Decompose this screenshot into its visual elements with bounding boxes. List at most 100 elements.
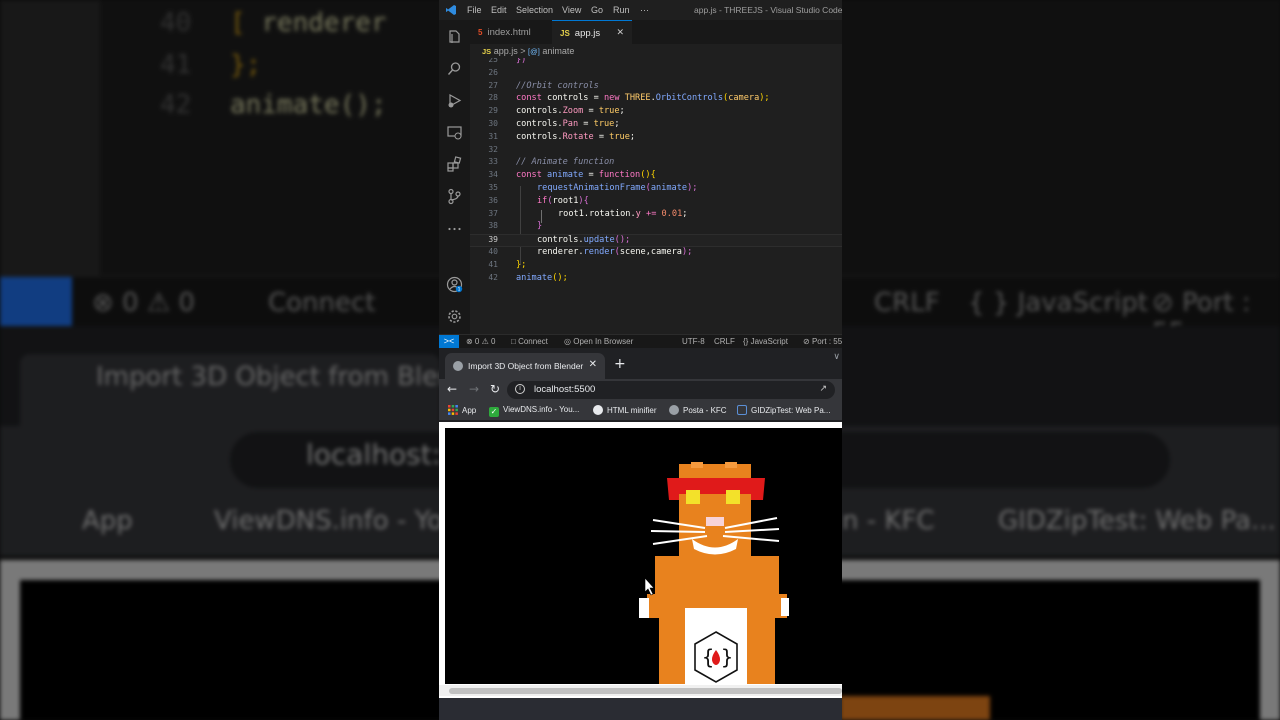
editor-tabs: 5 index.html JS app.js ✕	[470, 20, 842, 44]
backdrop-bm-app: App	[82, 506, 133, 536]
vscode-logo-icon	[446, 5, 456, 15]
explorer-icon[interactable]	[446, 29, 463, 46]
code-line-37: 37 root1.rotation.y += 0.01;	[488, 208, 688, 219]
status-open-in-browser[interactable]: ◎ Open In Browser	[564, 337, 633, 346]
status-encoding[interactable]: UTF-8	[682, 337, 705, 346]
threejs-canvas[interactable]: { }	[445, 428, 842, 684]
run-debug-icon[interactable]	[446, 92, 463, 109]
status-connect[interactable]: □ Connect	[511, 337, 548, 346]
reload-button[interactable]: ↻	[490, 382, 500, 396]
code-line-26: 26	[488, 67, 498, 77]
horizontal-scrollbar[interactable]	[439, 685, 842, 696]
backdrop-code-line-41: 41};	[160, 50, 262, 80]
backdrop-url: localhost:5	[306, 438, 459, 471]
menu-file[interactable]: File	[467, 5, 482, 15]
globe-icon	[453, 361, 463, 371]
variable-symbol-icon: [@]	[528, 47, 540, 56]
page-viewport: { }	[439, 422, 842, 698]
backdrop-tab-title: Import 3D Object from Blende	[96, 362, 488, 392]
gidzip-icon	[737, 405, 747, 415]
apps-grid-icon	[448, 405, 458, 415]
bookmark-posta-kfc[interactable]: Posta - KFC	[669, 405, 727, 415]
backdrop-status-problems: ⊗ 0 ⚠ 0	[92, 288, 195, 318]
browser-window: Import 3D Object from Blender ✕ + ∨ ← → …	[439, 348, 842, 698]
backdrop-orange-shape	[840, 696, 990, 720]
backdrop-status-lang: { } JavaScript	[968, 288, 1148, 318]
code-line-41: 41};	[488, 259, 527, 270]
menu-edit[interactable]: Edit	[491, 5, 507, 15]
mouse-cursor-icon	[644, 577, 655, 596]
cat-ear-left	[691, 462, 703, 468]
kfc-icon	[669, 405, 679, 415]
svg-text:{: {	[702, 645, 714, 669]
breadcrumb-symbol[interactable]: animate	[542, 46, 574, 56]
statusbar: >< ⊗ 0 ⚠ 0 □ Connect ◎ Open In Browser U…	[439, 334, 842, 349]
forward-button[interactable]: →	[469, 382, 479, 396]
tab-label: index.html	[487, 27, 531, 38]
cat-3d-model: { }	[639, 462, 789, 684]
backdrop-code-line-40: 40[ renderer	[160, 8, 387, 38]
menu-run[interactable]: Run	[613, 5, 630, 15]
backdrop-status-connect: Connect	[268, 288, 376, 318]
browser-tab[interactable]: Import 3D Object from Blender ✕	[445, 353, 605, 379]
svg-text:1: 1	[458, 287, 461, 293]
backdrop-code-line-42: 42 animate();	[160, 90, 387, 120]
vscode-titlebar: File Edit Selection View Go Run ··· app.…	[439, 0, 842, 20]
scrollbar-thumb[interactable]	[449, 688, 842, 694]
manage-gear-icon[interactable]	[446, 308, 463, 325]
more-icon[interactable]	[446, 220, 463, 237]
code-line-39: 39 controls.update();	[470, 234, 842, 247]
browser-tabstrip: Import 3D Object from Blender ✕ + ∨	[439, 348, 842, 379]
new-tab-button[interactable]: +	[614, 357, 626, 371]
address-bar[interactable]: i localhost:5500 ↗	[507, 381, 835, 399]
tab-close-icon[interactable]: ✕	[589, 359, 597, 370]
html-file-icon: 5	[478, 28, 483, 37]
remote-explorer-icon[interactable]	[446, 124, 463, 141]
bookmarks-bar: App ✓ ViewDNS.info - You... HTML minifier…	[439, 402, 842, 420]
menu-go[interactable]: Go	[591, 5, 603, 15]
share-icon[interactable]: ↗	[819, 383, 827, 394]
js-file-icon: JS	[482, 47, 492, 56]
source-control-icon[interactable]	[446, 188, 463, 205]
menu-view[interactable]: View	[562, 5, 581, 15]
status-problems[interactable]: ⊗ 0 ⚠ 0	[466, 337, 495, 346]
search-icon[interactable]	[446, 60, 463, 77]
menu-selection[interactable]: Selection	[516, 5, 553, 15]
code-line-33: 33// Animate function	[488, 157, 615, 168]
vscode-window: File Edit Selection View Go Run ··· app.…	[439, 0, 842, 349]
breadcrumb-file[interactable]: app.js	[494, 46, 518, 56]
plug-icon: □	[511, 337, 516, 346]
checkmark-icon: ✓	[489, 407, 499, 417]
code-editor[interactable]: 25}) 26 27//Orbit controls 28 const contr…	[470, 58, 842, 334]
status-eol[interactable]: CRLF	[714, 337, 735, 346]
code-line-30: 30 controls.Pan = true;	[488, 119, 620, 129]
cat-eye-left	[686, 490, 700, 504]
tab-label: app.js	[574, 28, 601, 39]
code-line-28: 28 const controls = new THREE.OrbitContro…	[488, 93, 770, 104]
tab-search-chevron-icon[interactable]: ∨	[833, 352, 840, 362]
tab-close-icon[interactable]: ✕	[616, 27, 624, 38]
breadcrumb: JS app.js > [@] animate	[470, 44, 842, 58]
js-file-icon: JS	[560, 29, 570, 38]
bookmark-app[interactable]: App	[448, 405, 476, 415]
breadcrumb-separator: >	[520, 46, 526, 56]
code-line-40: 40 renderer.render(scene,camera);	[488, 247, 693, 257]
code-line-38: 38}	[488, 221, 543, 232]
status-language[interactable]: {} JavaScript	[743, 337, 788, 346]
cat-nose	[706, 517, 724, 526]
bookmark-viewdns[interactable]: ✓ ViewDNS.info - You...	[489, 405, 579, 417]
menu-more[interactable]: ···	[640, 5, 649, 15]
bookmark-html-minifier[interactable]: HTML minifier	[593, 405, 656, 415]
extensions-icon[interactable]	[446, 156, 463, 173]
back-button[interactable]: ←	[447, 382, 457, 396]
status-port[interactable]: ⊘ Port : 55	[803, 337, 842, 346]
browser-toolbar: ← → ↻ i localhost:5500 ↗	[439, 379, 842, 402]
site-info-icon[interactable]: i	[515, 384, 525, 394]
remote-indicator-icon[interactable]: ><	[439, 335, 459, 349]
code-line-34: 34 const animate = function(){	[488, 170, 656, 181]
bookmark-gidziptest[interactable]: GIDZipTest: Web Pa...	[737, 405, 830, 415]
tab-index-html[interactable]: 5 index.html	[478, 20, 550, 44]
tab-app-js[interactable]: JS app.js ✕	[552, 20, 632, 44]
accounts-icon[interactable]: 1	[446, 276, 463, 293]
cat-eye-right	[726, 490, 740, 504]
